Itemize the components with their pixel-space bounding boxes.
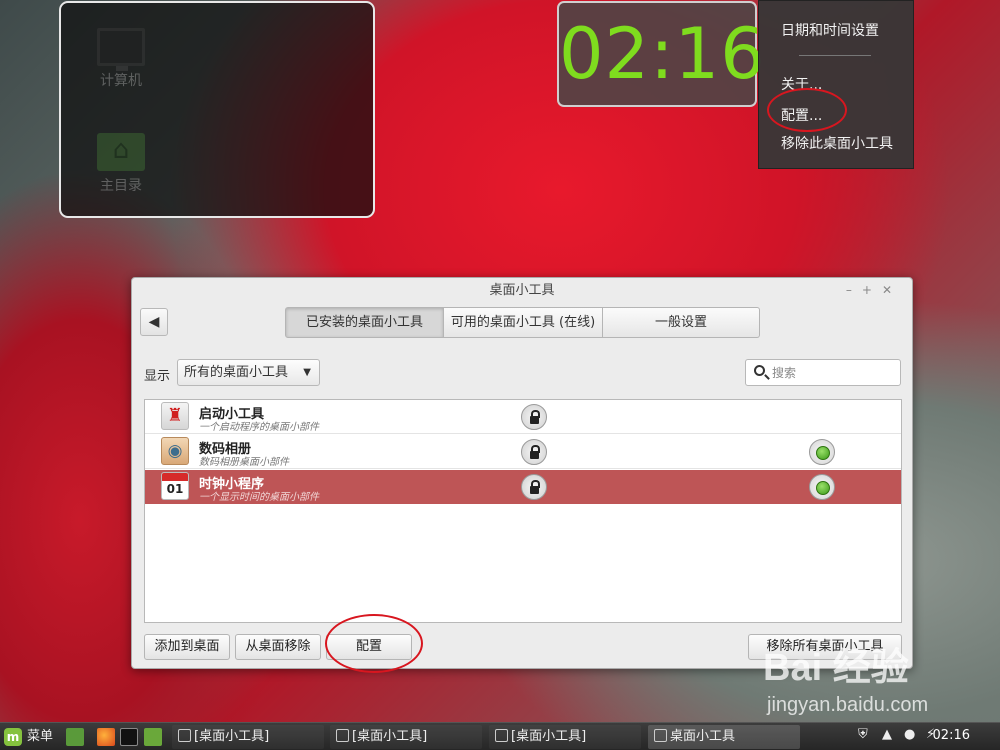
desklet-description: 一个启动程序的桌面小部件 bbox=[199, 422, 319, 433]
filter-label: 显示 bbox=[144, 369, 171, 384]
active-indicator-icon bbox=[809, 439, 835, 465]
window-title: 桌面小工具 bbox=[489, 283, 555, 298]
filter-dropdown[interactable]: 所有的桌面小工具 ▼ bbox=[177, 359, 320, 386]
close-icon[interactable]: ✕ bbox=[882, 283, 902, 297]
desklets-settings-window: 桌面小工具 –+✕ ◀ 已安装的桌面小工具 可用的桌面小工具 (在线) 一般设置… bbox=[131, 277, 913, 669]
desklet-list: 启动小工具 一个启动程序的桌面小部件 数码相册 数码相册桌面小部件 01 时钟小… bbox=[144, 399, 902, 623]
lock-icon bbox=[521, 474, 547, 500]
files-desklet: 计算机 主目录 bbox=[59, 1, 375, 218]
home-folder-icon bbox=[97, 133, 145, 171]
active-indicator-icon bbox=[809, 474, 835, 500]
update-icon[interactable]: ▲ bbox=[882, 727, 892, 742]
window-titlebar[interactable]: 桌面小工具 –+✕ bbox=[132, 278, 912, 303]
taskbar: m 菜单 [桌面小工具] [桌面小工具] [桌面小工具] 桌面小工具 ⛨ ▲ ● … bbox=[0, 722, 1000, 750]
desklet-context-menu: 日期和时间设置 关于... 配置... 移除此桌面小工具 bbox=[758, 0, 914, 169]
tab-general-settings[interactable]: 一般设置 bbox=[603, 307, 760, 338]
tab-installed-desklets[interactable]: 已安装的桌面小工具 bbox=[285, 307, 444, 338]
user-icon[interactable]: ● bbox=[904, 727, 915, 742]
start-menu-button[interactable]: m 菜单 bbox=[4, 727, 53, 747]
desklet-description: 一个显示时间的桌面小部件 bbox=[199, 492, 319, 503]
watermark-url: jingyan.baidu.com bbox=[767, 694, 929, 716]
search-input[interactable] bbox=[772, 363, 892, 382]
desklet-description: 数码相册桌面小部件 bbox=[199, 457, 289, 468]
tab-available-desklets-online[interactable]: 可用的桌面小工具 (在线) bbox=[444, 307, 603, 338]
taskbar-window-button[interactable]: [桌面小工具] bbox=[489, 725, 641, 749]
mint-logo-icon: m bbox=[4, 727, 22, 746]
menu-item-date-time-settings[interactable]: 日期和时间设置 bbox=[781, 20, 879, 40]
desktop-icon-home[interactable]: 主目录 bbox=[91, 133, 151, 195]
baidu-watermark: Bai 经验 jingyan.baidu.com bbox=[763, 636, 968, 726]
menu-item-remove-desklet[interactable]: 移除此桌面小工具 bbox=[781, 133, 893, 153]
show-desktop-icon[interactable] bbox=[66, 728, 84, 746]
minimize-icon[interactable]: – bbox=[846, 283, 862, 297]
list-item-selected[interactable]: 01 时钟小程序 一个显示时间的桌面小部件 bbox=[145, 470, 901, 504]
window-icon bbox=[336, 729, 349, 742]
taskbar-clock[interactable]: 02:16 bbox=[933, 728, 970, 743]
calendar-day: 01 bbox=[166, 482, 184, 496]
firefox-icon[interactable] bbox=[97, 728, 115, 746]
shield-icon[interactable]: ⛨ bbox=[858, 727, 868, 742]
list-item[interactable]: 数码相册 数码相册桌面小部件 bbox=[145, 435, 901, 469]
window-icon bbox=[654, 729, 667, 742]
menu-separator bbox=[799, 55, 871, 56]
window-icon bbox=[178, 729, 191, 742]
menu-label: 菜单 bbox=[27, 729, 54, 744]
desktop-icon-label: 计算机 bbox=[100, 73, 142, 89]
back-button[interactable]: ◀ bbox=[140, 308, 168, 336]
lock-icon bbox=[521, 439, 547, 465]
taskbar-window-button[interactable]: [桌面小工具] bbox=[330, 725, 482, 749]
desktop-icon-label: 主目录 bbox=[100, 178, 142, 194]
search-box[interactable] bbox=[745, 359, 901, 386]
taskbar-window-button[interactable]: [桌面小工具] bbox=[172, 725, 324, 749]
tab-bar: 已安装的桌面小工具 可用的桌面小工具 (在线) 一般设置 bbox=[285, 307, 760, 338]
remove-from-desktop-button[interactable]: 从桌面移除 bbox=[235, 634, 321, 660]
computer-icon bbox=[97, 28, 145, 71]
search-icon bbox=[754, 365, 765, 376]
files-icon[interactable] bbox=[144, 728, 162, 746]
list-item[interactable]: 启动小工具 一个启动程序的桌面小部件 bbox=[145, 400, 901, 434]
desktop-icon-computer[interactable]: 计算机 bbox=[91, 28, 151, 90]
eye-icon bbox=[161, 437, 189, 465]
filter-selected-value: 所有的桌面小工具 bbox=[184, 365, 289, 380]
rocket-icon bbox=[161, 402, 189, 430]
annotation-circle-menu-configure bbox=[767, 88, 847, 132]
arrow-left-icon: ◀ bbox=[148, 314, 160, 330]
watermark-brand: Bai 经验 bbox=[763, 647, 909, 689]
terminal-icon[interactable] bbox=[120, 728, 138, 746]
maximize-icon[interactable]: + bbox=[862, 283, 882, 297]
annotation-circle-configure-button bbox=[325, 614, 423, 673]
taskbar-window-button-active[interactable]: 桌面小工具 bbox=[648, 725, 800, 749]
chevron-down-icon: ▼ bbox=[303, 367, 311, 378]
clock-desklet[interactable]: 02:16 bbox=[557, 1, 765, 107]
add-to-desktop-button[interactable]: 添加到桌面 bbox=[144, 634, 230, 660]
lock-icon bbox=[521, 404, 547, 430]
window-icon bbox=[495, 729, 508, 742]
calendar-icon: 01 bbox=[161, 472, 189, 500]
